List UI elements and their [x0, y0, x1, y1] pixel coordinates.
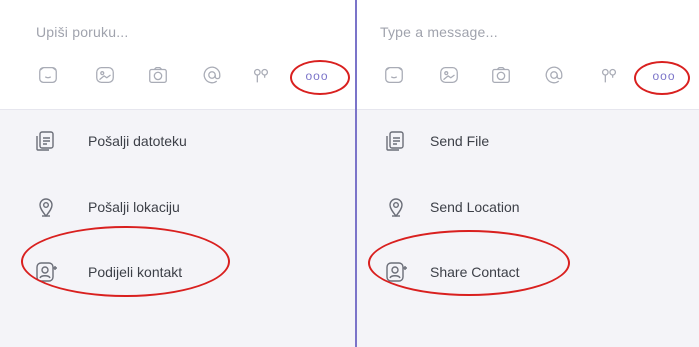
menu-item-label: Pošalji lokaciju: [88, 199, 180, 215]
right-panel: Type a message... ooo Send File Send Loc…: [357, 0, 699, 347]
image-icon[interactable]: [93, 60, 117, 90]
sticker-icon[interactable]: [382, 60, 406, 90]
location-pin-icon: [34, 195, 58, 219]
at-icon[interactable]: [200, 60, 224, 90]
highlight-circle: [368, 230, 570, 296]
compose-area: Type a message... ooo: [357, 0, 699, 110]
attachment-menu: Pošalji datoteku Pošalji lokaciju Podije…: [0, 110, 355, 347]
message-input[interactable]: Type a message...: [380, 24, 498, 40]
compose-area: Upiši poruku... ooo: [0, 0, 355, 110]
file-icon: [34, 129, 58, 153]
menu-item-label: Send File: [430, 133, 490, 149]
menu-item-send-location[interactable]: Send Location: [357, 184, 699, 230]
doodle-icon[interactable]: [249, 60, 273, 90]
menu-item-send-location[interactable]: Pošalji lokaciju: [0, 184, 355, 230]
left-panel: Upiši poruku... ooo Pošalji datoteku Poš…: [0, 0, 355, 347]
doodle-icon[interactable]: [597, 60, 621, 90]
menu-item-send-file[interactable]: Send File: [357, 118, 699, 164]
highlight-circle: [290, 60, 350, 95]
highlight-circle: [634, 61, 690, 95]
at-icon[interactable]: [542, 60, 566, 90]
menu-item-label: Send Location: [430, 199, 520, 215]
viber-share-contact-comparison: Upiši poruku... ooo Pošalji datoteku Poš…: [0, 0, 699, 347]
menu-item-label: Pošalji datoteku: [88, 133, 187, 149]
image-icon[interactable]: [437, 60, 461, 90]
attachment-menu: Send File Send Location Share Contact: [357, 110, 699, 347]
message-input[interactable]: Upiši poruku...: [36, 24, 128, 40]
file-icon: [384, 129, 408, 153]
camera-icon[interactable]: [146, 60, 170, 90]
camera-icon[interactable]: [489, 60, 513, 90]
sticker-icon[interactable]: [36, 60, 60, 90]
highlight-circle: [21, 226, 230, 297]
location-pin-icon: [384, 195, 408, 219]
menu-item-send-file[interactable]: Pošalji datoteku: [0, 118, 355, 164]
